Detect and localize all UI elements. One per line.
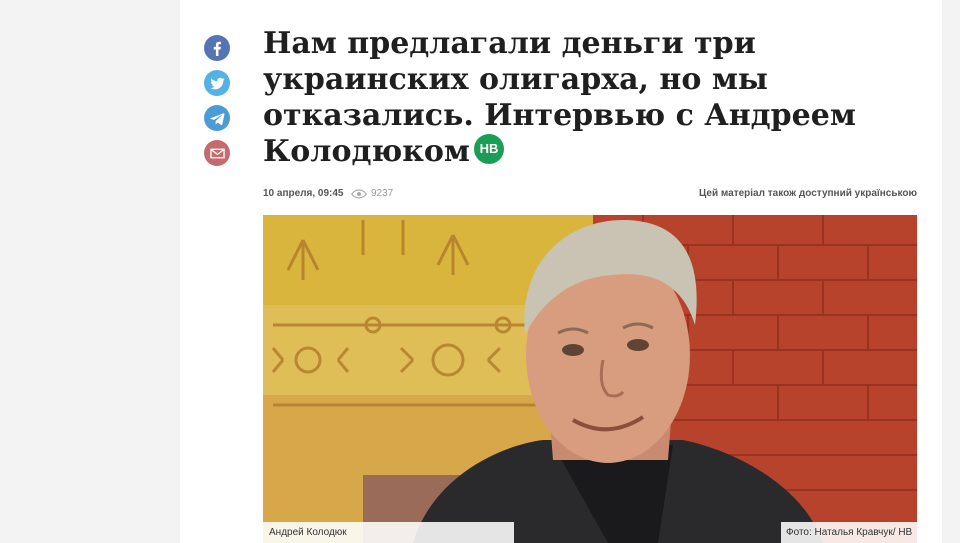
view-count-value: 9237: [371, 188, 394, 199]
photo-caption: Андрей Колодюк: [263, 522, 514, 543]
mail-icon: [209, 148, 225, 158]
right-gutter: [942, 0, 960, 543]
view-count: 9237: [351, 188, 393, 199]
mail-share-button[interactable]: [204, 140, 230, 166]
twitter-share-button[interactable]: [204, 70, 230, 96]
article-photo: [263, 215, 917, 543]
article-title-text: Нам предлагали деньги три украинских оли…: [263, 26, 856, 169]
article-meta: 10 апреля, 09:45 9237 Цей матеріал також…: [263, 188, 917, 202]
facebook-share-button[interactable]: [204, 35, 230, 61]
nv-logo-badge: НВ: [473, 134, 504, 164]
facebook-icon: [213, 41, 221, 56]
portrait-illustration: [263, 215, 917, 543]
ukrainian-version-link[interactable]: Цей матеріал також доступний українською: [699, 188, 917, 199]
article-title: Нам предлагали деньги три украинских оли…: [263, 26, 883, 170]
publish-date: 10 апреля, 09:45: [263, 188, 344, 199]
telegram-share-button[interactable]: [204, 105, 230, 131]
photo-credit: Фото: Наталья Кравчук/ НВ: [781, 522, 917, 543]
twitter-icon: [209, 77, 225, 89]
eye-icon: [351, 188, 367, 199]
telegram-icon: [209, 112, 224, 125]
